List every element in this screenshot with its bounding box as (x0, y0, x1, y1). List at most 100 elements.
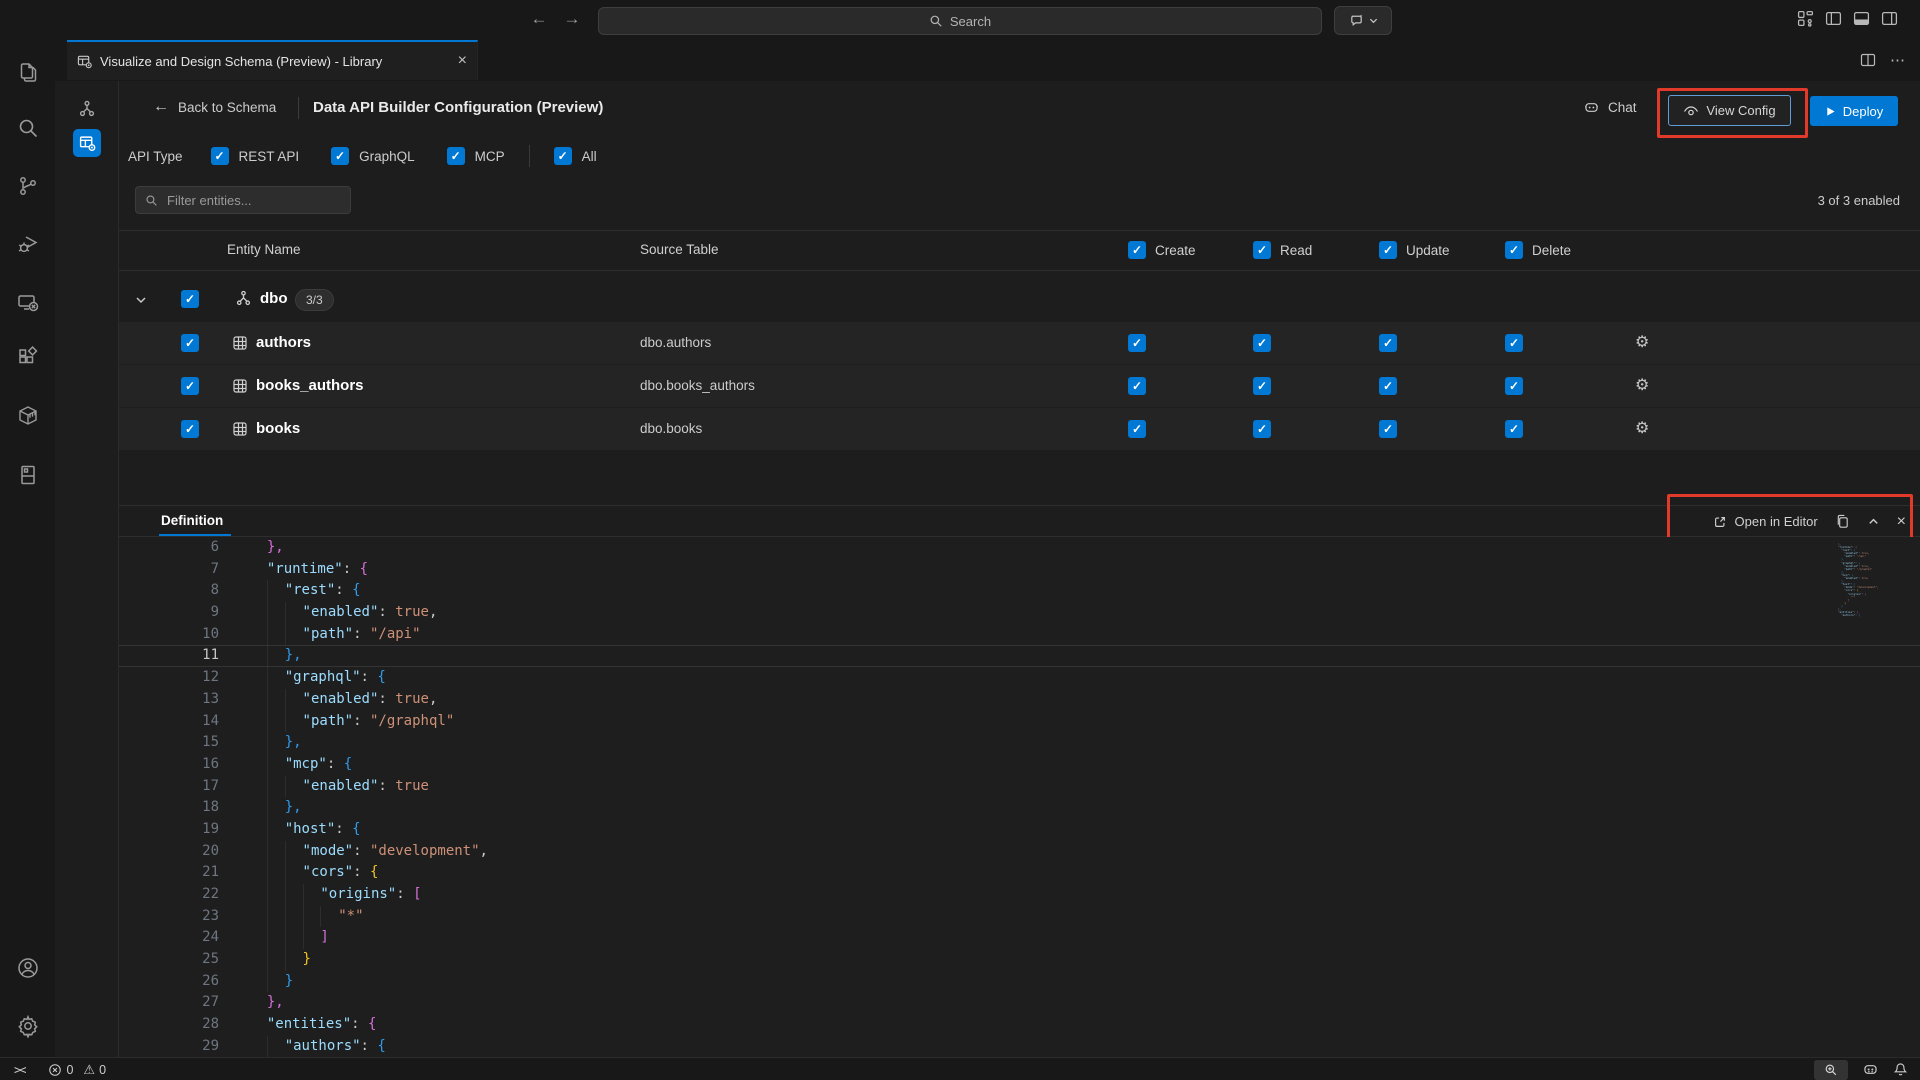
copy-icon[interactable] (1835, 514, 1850, 529)
copilot-chat-button[interactable] (1334, 6, 1392, 35)
api-type-checkbox-2[interactable]: ✓ (447, 147, 465, 165)
line-number: 21 (165, 862, 219, 884)
schema-graph-icon[interactable] (73, 95, 101, 123)
op-checkbox-delete[interactable]: ✓ (1505, 377, 1523, 395)
remote-explorer-icon[interactable] (0, 283, 55, 323)
api-type-divider (529, 145, 530, 167)
definition-code-editor[interactable]: 6 },7 "runtime": {8 "rest": {9 "enabled"… (119, 537, 1920, 1057)
database-projects-icon[interactable] (0, 455, 55, 495)
command-center-search[interactable]: Search (598, 7, 1322, 35)
row-select-checkbox[interactable]: ✓ (181, 334, 199, 352)
op-checkbox-create[interactable]: ✓ (1128, 334, 1146, 352)
open-in-editor-button[interactable]: Open in Editor (1713, 514, 1818, 529)
api-type-checkbox-1[interactable]: ✓ (331, 147, 349, 165)
api-type-all-checkbox[interactable]: ✓ (554, 147, 572, 165)
search-icon (145, 194, 158, 207)
definition-tab[interactable]: Definition (161, 513, 223, 528)
op-checkbox-read[interactable]: ✓ (1253, 377, 1271, 395)
schema-icon (235, 290, 252, 307)
source-control-icon[interactable] (0, 166, 55, 206)
title-bar: ← → Search (0, 0, 1920, 40)
chevron-down-icon (1369, 16, 1378, 25)
column-create-checkbox[interactable]: ✓ (1128, 241, 1146, 259)
entity-name: authors (256, 334, 311, 351)
containers-icon[interactable] (0, 396, 55, 436)
line-number: 19 (165, 819, 219, 841)
op-checkbox-delete[interactable]: ✓ (1505, 334, 1523, 352)
column-update-checkbox[interactable]: ✓ (1379, 241, 1397, 259)
header-divider (298, 97, 299, 119)
notifications-bell-icon[interactable] (1893, 1062, 1908, 1077)
nav-forward-icon[interactable]: → (560, 9, 584, 29)
page-title: Data API Builder Configuration (Preview) (313, 99, 603, 116)
schema-group-row: ✓ dbo 3/3 (119, 277, 1920, 321)
op-checkbox-read[interactable]: ✓ (1253, 334, 1271, 352)
deploy-button[interactable]: Deploy (1810, 96, 1898, 126)
op-checkbox-delete[interactable]: ✓ (1505, 420, 1523, 438)
copilot-status-icon[interactable] (1862, 1061, 1879, 1078)
group-checkbox[interactable]: ✓ (181, 290, 199, 308)
column-op-label: Update (1406, 243, 1450, 258)
problems-indicator[interactable]: 0 ⚠ 0 (48, 1062, 106, 1078)
back-label: Back to Schema (178, 100, 276, 115)
line-number: 16 (165, 754, 219, 776)
editor-tab-bar: Visualize and Design Schema (Preview) - … (55, 40, 1920, 82)
source-table: dbo.authors (640, 335, 711, 350)
api-type-checkbox-0[interactable]: ✓ (211, 147, 229, 165)
op-checkbox-create[interactable]: ✓ (1128, 420, 1146, 438)
chat-button[interactable]: Chat (1583, 99, 1637, 116)
designer-toolbar-strip (55, 81, 119, 1057)
chevron-down-icon[interactable] (134, 293, 148, 307)
remote-indicator[interactable]: >< (14, 1063, 24, 1077)
toggle-panel-icon[interactable] (1853, 10, 1870, 27)
table-row: ✓booksdbo.books✓✓✓✓⚙ (119, 408, 1920, 450)
definition-panel-header: Definition Open in Editor × (119, 505, 1920, 537)
api-type-option-label: MCP (475, 149, 505, 164)
explorer-icon[interactable] (0, 52, 55, 92)
tab-close-icon[interactable]: × (458, 53, 467, 69)
search-sidebar-icon[interactable] (0, 108, 55, 148)
row-settings-gear-icon[interactable]: ⚙ (1635, 332, 1649, 352)
data-api-builder-webview: ← Back to Schema Data API Builder Config… (55, 81, 1920, 1057)
split-editor-icon[interactable] (1860, 52, 1876, 68)
close-panel-icon[interactable]: × (1897, 514, 1906, 530)
view-config-label: View Config (1706, 103, 1775, 118)
accounts-icon[interactable] (0, 948, 55, 988)
row-settings-gear-icon[interactable]: ⚙ (1635, 418, 1649, 438)
tab-visualize-design-schema[interactable]: Visualize and Design Schema (Preview) - … (67, 40, 478, 80)
line-number: 22 (165, 884, 219, 906)
zoom-indicator[interactable] (1814, 1060, 1848, 1080)
customize-layout-icon[interactable] (1797, 10, 1814, 27)
row-select-checkbox[interactable]: ✓ (181, 420, 199, 438)
error-icon (48, 1063, 62, 1077)
line-number: 18 (165, 797, 219, 819)
back-to-schema-link[interactable]: ← Back to Schema (153, 98, 276, 116)
external-link-icon (1713, 515, 1727, 529)
column-read-checkbox[interactable]: ✓ (1253, 241, 1271, 259)
settings-gear-icon[interactable] (0, 1006, 55, 1046)
toggle-secondary-sidebar-icon[interactable] (1881, 10, 1898, 27)
run-debug-icon[interactable] (0, 224, 55, 264)
op-checkbox-create[interactable]: ✓ (1128, 377, 1146, 395)
nav-back-icon[interactable]: ← (527, 9, 551, 29)
api-builder-view-icon[interactable] (73, 129, 101, 157)
column-delete-checkbox[interactable]: ✓ (1505, 241, 1523, 259)
op-checkbox-read[interactable]: ✓ (1253, 420, 1271, 438)
op-checkbox-update[interactable]: ✓ (1379, 420, 1397, 438)
view-config-button[interactable]: View Config (1668, 95, 1791, 126)
copilot-chat-icon (1349, 13, 1364, 28)
table-row: ✓books_authorsdbo.books_authors✓✓✓✓⚙ (119, 365, 1920, 407)
line-number: 24 (165, 927, 219, 949)
filter-entities-input[interactable] (165, 192, 329, 209)
op-checkbox-update[interactable]: ✓ (1379, 334, 1397, 352)
row-settings-gear-icon[interactable]: ⚙ (1635, 375, 1649, 395)
minimap[interactable]: }, "runtime": { "rest": { "enabled": tru… (1835, 543, 1920, 617)
source-table: dbo.books (640, 421, 702, 436)
toggle-primary-sidebar-icon[interactable] (1825, 10, 1842, 27)
extensions-icon[interactable] (0, 338, 55, 378)
more-actions-icon[interactable]: ⋯ (1890, 51, 1906, 69)
eye-icon (1683, 103, 1699, 119)
collapse-panel-icon[interactable] (1867, 515, 1880, 528)
op-checkbox-update[interactable]: ✓ (1379, 377, 1397, 395)
row-select-checkbox[interactable]: ✓ (181, 377, 199, 395)
